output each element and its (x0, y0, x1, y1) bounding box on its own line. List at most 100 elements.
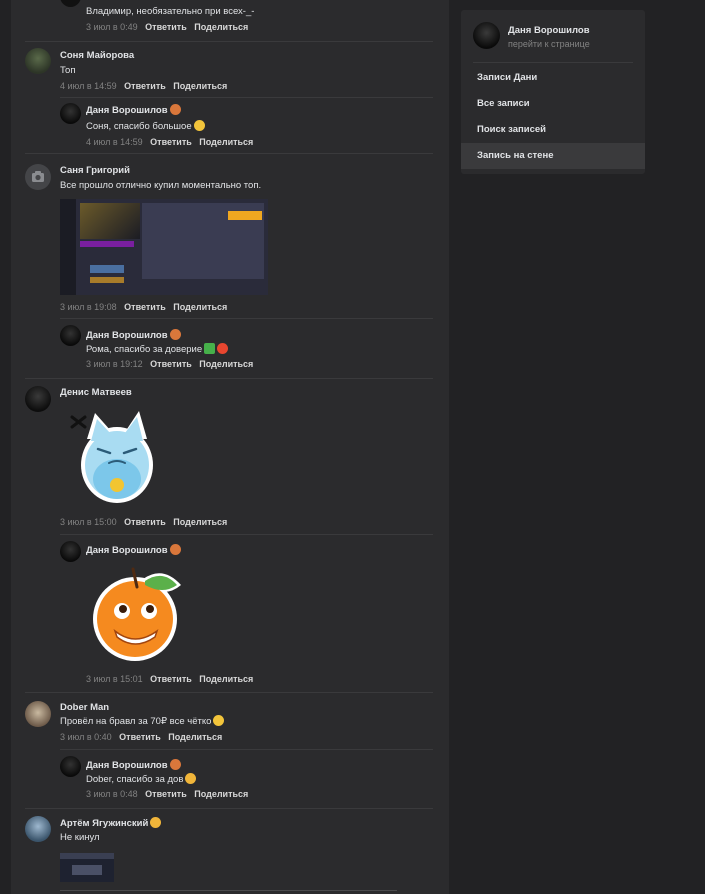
divider (25, 153, 433, 154)
share-button[interactable]: Поделиться (199, 137, 253, 147)
comment-author[interactable]: Dober Man (60, 702, 109, 713)
wall-menu: Даня Ворошилов перейти к странице Записи… (461, 10, 645, 174)
comment-meta: 3 июл в 15:01 Ответить Поделиться (86, 674, 253, 684)
share-button[interactable]: Поделиться (199, 674, 253, 684)
comment-meta: 3 июл в 19:12 Ответить Поделиться (86, 359, 253, 369)
angry-emoji-icon (169, 759, 181, 770)
comment-date[interactable]: 3 июл в 15:01 (86, 674, 143, 684)
comment-date[interactable]: 3 июл в 15:00 (60, 517, 117, 527)
comment-text: Все прошло отлично купил моментально топ… (60, 180, 262, 191)
reply-button[interactable]: Ответить (150, 137, 192, 147)
divider (60, 534, 433, 535)
orange-sticker[interactable] (85, 563, 191, 663)
divider (25, 378, 433, 379)
attached-screenshot[interactable] (60, 199, 268, 295)
reply-button[interactable]: Ответить (124, 81, 166, 91)
praying-hands-emoji-icon (185, 773, 197, 784)
avatar[interactable] (25, 164, 51, 190)
share-button[interactable]: Поделиться (199, 359, 253, 369)
share-button[interactable]: Поделиться (168, 732, 222, 742)
comment-text: Владимир, необязательно при всех-_- (86, 6, 255, 17)
share-button[interactable]: Поделиться (173, 517, 227, 527)
comment-author[interactable]: Соня Майорова (60, 50, 134, 61)
comment-meta: 3 июл в 0:40 Ответить Поделиться (60, 732, 222, 742)
comment-meta: 3 июл в 15:00 Ответить Поделиться (60, 517, 227, 527)
clover-emoji-icon (204, 343, 216, 354)
comment-author[interactable]: Даня Ворошилов (86, 544, 181, 556)
avatar[interactable] (60, 0, 81, 7)
avatar[interactable] (60, 541, 81, 562)
comment-date[interactable]: 3 июл в 19:08 (60, 302, 117, 312)
camera-icon (32, 171, 44, 182)
divider (25, 692, 433, 693)
comment-date[interactable]: 4 июл в 14:59 (86, 137, 143, 147)
divider (60, 318, 433, 319)
screenshot-btn (90, 277, 124, 283)
menu-item-all-posts[interactable]: Все записи (461, 91, 645, 117)
avatar[interactable] (60, 325, 81, 346)
share-button[interactable]: Поделиться (194, 22, 248, 32)
menu-item-wall-post[interactable]: Запись на стене (461, 143, 645, 169)
comment-author[interactable]: Саня Григорий (60, 165, 130, 176)
cat-sticker[interactable] (65, 405, 161, 507)
screenshot-sidebar (60, 199, 76, 295)
divider (25, 41, 433, 42)
avatar[interactable] (25, 816, 51, 842)
share-button[interactable]: Поделиться (194, 789, 248, 799)
avatar[interactable] (25, 701, 51, 727)
menu-item-user-posts[interactable]: Записи Дани (461, 65, 645, 91)
divider (60, 97, 433, 98)
reply-button[interactable]: Ответить (145, 22, 187, 32)
share-button[interactable]: Поделиться (173, 302, 227, 312)
divider (60, 749, 433, 750)
reply-button[interactable]: Ответить (145, 789, 187, 799)
screenshot-content (72, 865, 102, 875)
profile-name[interactable]: Даня Ворошилов (508, 25, 590, 36)
comment-date[interactable]: 4 июл в 14:59 (60, 81, 117, 91)
comment-meta: 3 июл в 19:08 Ответить Поделиться (60, 302, 227, 312)
share-button[interactable]: Поделиться (173, 81, 227, 91)
reply-button[interactable]: Ответить (124, 517, 166, 527)
comment-meta: 4 июл в 14:59 Ответить Поделиться (86, 137, 253, 147)
divider (25, 808, 433, 809)
comment-text: Рома, спасибо за доверие (86, 343, 229, 355)
screenshot-gun (80, 203, 140, 239)
avatar[interactable] (25, 48, 51, 74)
comment-author[interactable]: Артём Ягужинский (60, 817, 162, 829)
comment-meta: 3 июл в 0:49 Ответить Поделиться (86, 22, 248, 32)
angry-emoji-icon (169, 104, 181, 115)
screenshot-btn (90, 265, 124, 273)
profile-avatar[interactable] (473, 22, 500, 49)
avatar[interactable] (60, 103, 81, 124)
comment-text: Не кинул (60, 832, 100, 843)
shush-emoji-icon (213, 715, 225, 726)
profile-link[interactable]: перейти к странице (508, 39, 590, 49)
comment-date[interactable]: 3 июл в 0:49 (86, 22, 138, 32)
reply-button[interactable]: Ответить (124, 302, 166, 312)
hand-emoji-icon (150, 817, 162, 828)
comment-author[interactable]: Даня Ворошилов (86, 329, 181, 341)
heart-emoji-icon (217, 343, 229, 354)
angry-emoji-icon (169, 544, 181, 555)
comment-date[interactable]: 3 июл в 19:12 (86, 359, 143, 369)
menu-item-search-posts[interactable]: Поиск записей (461, 117, 645, 143)
comment-author[interactable]: Денис Матвеев (60, 387, 132, 398)
comment-date[interactable]: 3 июл в 0:40 (60, 732, 112, 742)
comment-text: Топ (60, 65, 76, 76)
smile-emoji-icon (193, 120, 205, 131)
divider (473, 62, 633, 63)
comment-author[interactable]: Даня Ворошилов (86, 759, 181, 771)
attached-screenshot[interactable] (60, 853, 114, 882)
comment-text: Провёл на бравл за 70₽ все чётко (60, 715, 225, 727)
comment-text: Соня, спасибо большое (86, 120, 205, 132)
reply-button[interactable]: Ответить (119, 732, 161, 742)
reply-button[interactable]: Ответить (150, 359, 192, 369)
avatar[interactable] (25, 386, 51, 412)
comment-author[interactable]: Даня Ворошилов (86, 104, 181, 116)
reply-button[interactable]: Ответить (150, 674, 192, 684)
comment-date[interactable]: 3 июл в 0:48 (86, 789, 138, 799)
comment-meta: 4 июл в 14:59 Ответить Поделиться (60, 81, 227, 91)
screenshot-header (60, 853, 114, 859)
comment-text: Dober, спасибо за дов (86, 773, 197, 785)
avatar[interactable] (60, 756, 81, 777)
